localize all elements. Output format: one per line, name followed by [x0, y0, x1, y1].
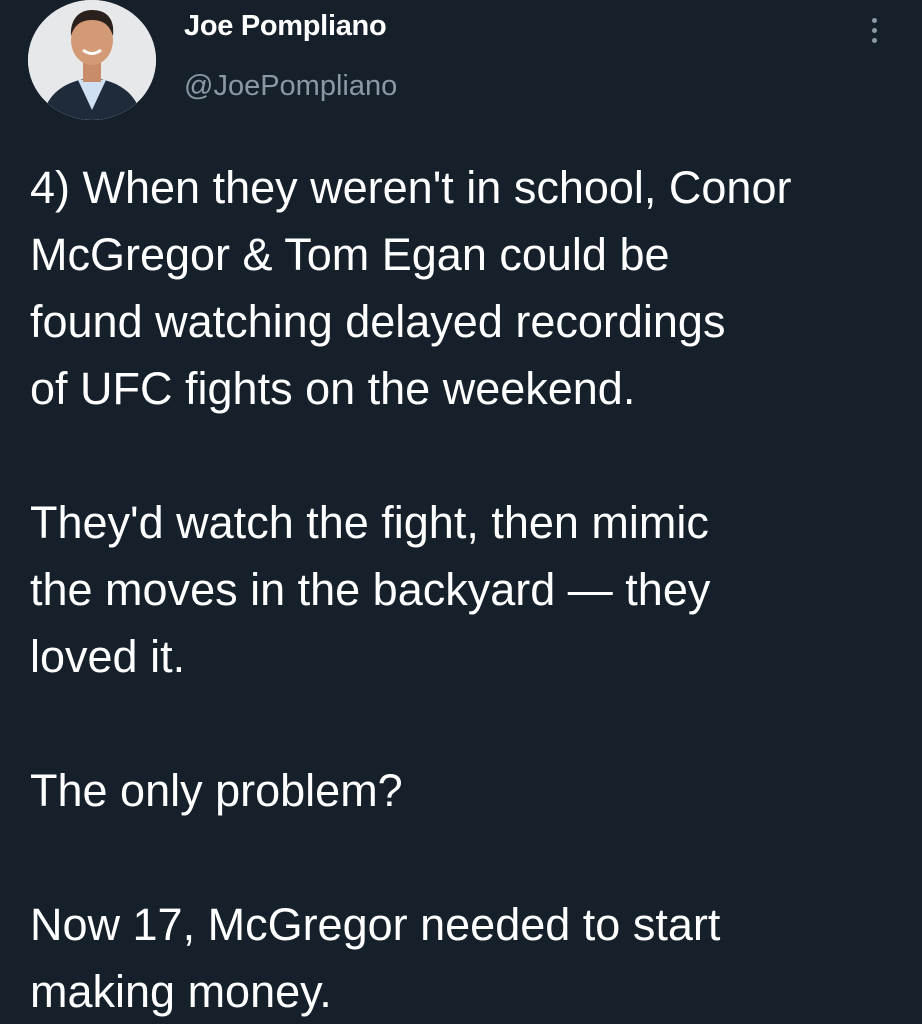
more-options-button[interactable] — [860, 10, 888, 50]
author-avatar[interactable] — [28, 0, 156, 120]
tweet-paragraph: 4) When they weren't in school, Conor Mc… — [30, 162, 792, 414]
tweet-paragraph: They'd watch the fight, then mimic the m… — [30, 497, 711, 682]
more-vertical-icon-dot — [871, 27, 877, 33]
tweet-header: Joe Pompliano @JoePompliano — [0, 0, 922, 130]
tweet-paragraph: The only problem? — [30, 765, 403, 816]
tweet-text: 4) When they weren't in school, Conor Mc… — [30, 154, 910, 1024]
author-handle[interactable]: @JoePompliano — [184, 70, 397, 103]
more-vertical-icon — [871, 17, 877, 23]
tweet-paragraph: Now 17, McGregor needed to start making … — [30, 899, 721, 1017]
avatar-photo-icon — [28, 0, 156, 120]
more-vertical-icon-dot — [871, 37, 877, 43]
author-name[interactable]: Joe Pompliano — [184, 10, 387, 43]
